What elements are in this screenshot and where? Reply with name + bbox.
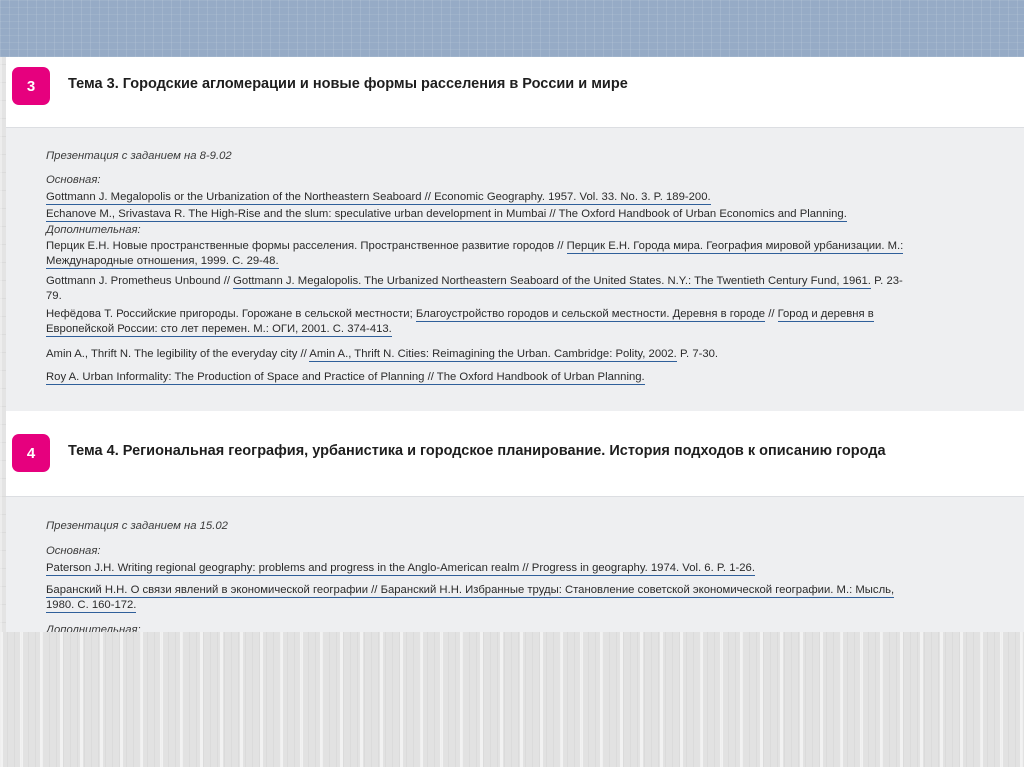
reference-text: Amin A., Thrift N. The legibility of the… bbox=[46, 348, 310, 360]
reference-link[interactable]: Международные отношения, 1999. С. 29-48. bbox=[46, 255, 279, 269]
reference-link[interactable]: Город и деревня в bbox=[777, 308, 874, 322]
topic-3-header: 3 Тема 3. Городские агломерации и новые … bbox=[6, 57, 1024, 127]
topic-3-extra-ref-perzik: Перцик Е.Н. Новые пространственные формы… bbox=[46, 239, 904, 254]
topic-3-extra-ref-nefedova-cont[interactable]: Европейской России: сто лет перемен. М.:… bbox=[46, 322, 392, 337]
reference-text: Нефёдова Т. Российские пригороды. Горожа… bbox=[46, 308, 416, 320]
topic-3-extra-ref-amin: Amin A., Thrift N. The legibility of the… bbox=[46, 347, 719, 362]
reference-link[interactable]: Gottmann J. Megalopolis or the Urbanizat… bbox=[46, 191, 711, 205]
topic-4-body: Презентация с заданием на 15.02 Основная… bbox=[6, 496, 1024, 632]
topic-4-main-ref-2[interactable]: Баранский Н.Н. О связи явлений в экономи… bbox=[46, 583, 895, 598]
reference-link[interactable]: 1980. С. 160-172. bbox=[46, 599, 137, 613]
reference-text: // bbox=[765, 308, 778, 320]
reference-link[interactable]: Gottmann J. Megalopolis. The Urbanized N… bbox=[233, 275, 871, 289]
reference-link[interactable]: Echanove M., Srivastava R. The High-Rise… bbox=[46, 208, 847, 222]
topic-3-extra-ref-roy[interactable]: Roy A. Urban Informality: The Production… bbox=[46, 370, 645, 385]
topic-4-extra-label: Дополнительная: bbox=[46, 624, 141, 632]
reference-link[interactable]: Amin A., Thrift N. Cities: Reimagining t… bbox=[309, 348, 677, 362]
topic-3-extra-ref-gottmann-cont: 79. bbox=[46, 290, 62, 302]
slide-bottom-band bbox=[0, 632, 1024, 767]
topic-3-main-ref-1[interactable]: Gottmann J. Megalopolis or the Urbanizat… bbox=[46, 190, 711, 205]
slide-content: 3 Тема 3. Городские агломерации и новые … bbox=[6, 57, 1024, 632]
topic-3-title: Тема 3. Городские агломерации и новые фо… bbox=[68, 76, 628, 92]
reference-link[interactable]: Европейской России: сто лет перемен. М.:… bbox=[46, 323, 392, 337]
topic-4-header: 4 Тема 4. Региональная география, урбани… bbox=[6, 411, 1024, 481]
topic-3-number-badge: 3 bbox=[12, 67, 50, 105]
reference-link[interactable]: Roy A. Urban Informality: The Production… bbox=[46, 371, 645, 385]
reference-text: Перцик Е.Н. Новые пространственные формы… bbox=[46, 240, 567, 252]
topic-3-extra-ref-nefedova: Нефёдова Т. Российские пригороды. Горожа… bbox=[46, 307, 874, 322]
reference-link[interactable]: Перцик Е.Н. Города мира. География миров… bbox=[566, 240, 904, 254]
topic-4-main-ref-2-cont[interactable]: 1980. С. 160-172. bbox=[46, 598, 137, 613]
reference-link[interactable]: Баранский Н.Н. О связи явлений в экономи… bbox=[46, 584, 895, 598]
topic-3-extra-label: Дополнительная: bbox=[46, 224, 141, 236]
reference-text: P. 23- bbox=[870, 275, 903, 287]
slide-top-band bbox=[0, 0, 1024, 57]
topic-3-presentation: Презентация с заданием на 8-9.02 bbox=[46, 150, 232, 162]
topic-3-main-label: Основная: bbox=[46, 174, 101, 186]
topic-3-extra-ref-perzik-cont[interactable]: Международные отношения, 1999. С. 29-48. bbox=[46, 254, 279, 269]
topic-3-main-ref-2[interactable]: Echanove M., Srivastava R. The High-Rise… bbox=[46, 207, 847, 222]
reference-link[interactable]: Благоустройство городов и сельской местн… bbox=[415, 308, 766, 322]
reference-link[interactable]: Paterson J.H. Writing regional geography… bbox=[46, 562, 755, 576]
topic-4-main-label: Основная: bbox=[46, 545, 101, 557]
topic-4-main-ref-1[interactable]: Paterson J.H. Writing regional geography… bbox=[46, 561, 755, 576]
reference-text: P. 7-30. bbox=[676, 348, 719, 360]
topic-4-number-badge: 4 bbox=[12, 434, 50, 472]
reference-text: Gottmann J. Prometheus Unbound // bbox=[46, 275, 234, 287]
topic-3-extra-ref-gottmann: Gottmann J. Prometheus Unbound // Gottma… bbox=[46, 274, 903, 289]
topic-3-body: Презентация с заданием на 8-9.02 Основна… bbox=[6, 127, 1024, 412]
topic-4-presentation: Презентация с заданием на 15.02 bbox=[46, 520, 228, 532]
topic-4-title: Тема 4. Региональная география, урбанист… bbox=[68, 443, 886, 459]
